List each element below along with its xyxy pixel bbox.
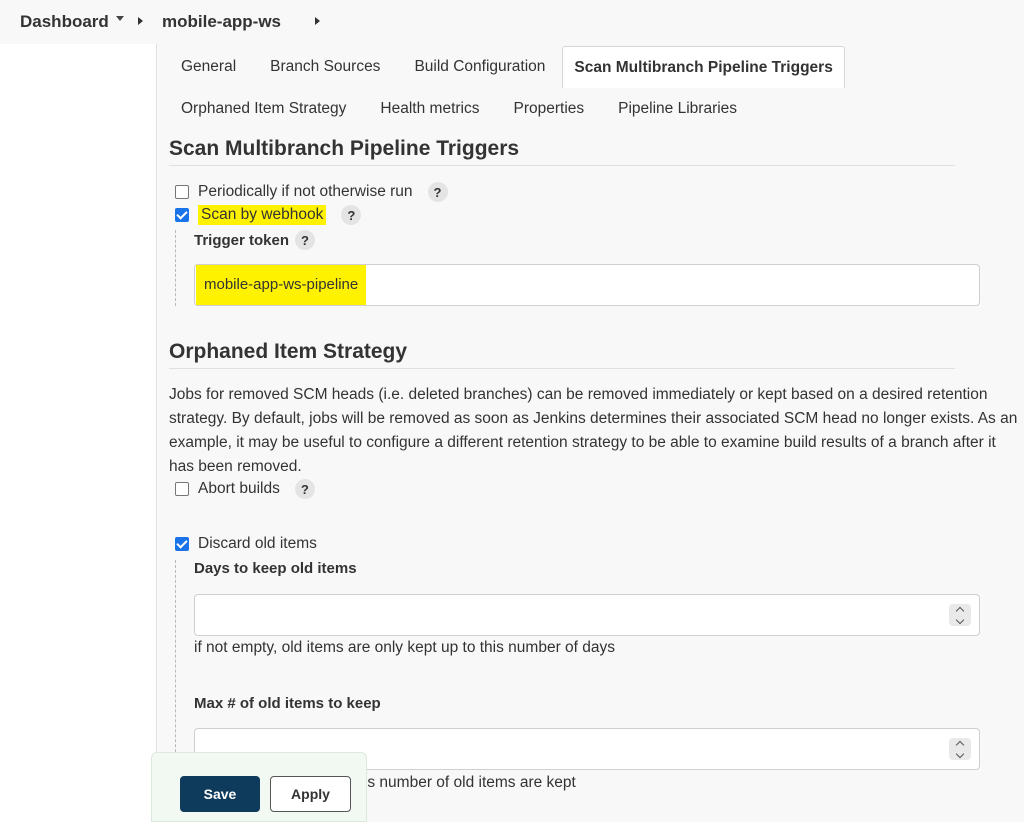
tab-general[interactable]: General xyxy=(157,46,253,88)
max-items-label: Max # of old items to keep xyxy=(194,695,381,712)
tab-properties[interactable]: Properties xyxy=(496,88,601,130)
trigger-token-label-text: Trigger token xyxy=(194,231,290,249)
section-divider xyxy=(169,368,955,369)
tab-health-metrics[interactable]: Health metrics xyxy=(363,88,496,130)
breadcrumb: Dashboard mobile-app-ws xyxy=(0,0,1024,44)
chevron-right-icon[interactable] xyxy=(138,17,143,25)
periodically-label[interactable]: Periodically if not otherwise run xyxy=(198,183,413,201)
days-to-keep-input[interactable] xyxy=(194,594,980,636)
days-to-keep-label: Days to keep old items xyxy=(194,560,357,577)
breadcrumb-job[interactable]: mobile-app-ws xyxy=(162,12,281,32)
help-icon[interactable]: ? xyxy=(427,182,448,202)
tab-scan-multibranch-pipeline-triggers[interactable]: Scan Multibranch Pipeline Triggers xyxy=(562,46,845,88)
orphaned-description: Jobs for removed SCM heads (i.e. deleted… xyxy=(169,386,1018,475)
abort-builds-checkbox[interactable] xyxy=(175,482,189,496)
discard-old-items-row: Discard old items xyxy=(175,535,317,553)
tab-orphaned-item-strategy[interactable]: Orphaned Item Strategy xyxy=(157,88,363,130)
webhook-checkbox[interactable] xyxy=(175,208,189,222)
periodically-checkbox[interactable] xyxy=(175,185,189,199)
help-icon[interactable]: ? xyxy=(295,230,316,250)
discard-old-items-checkbox[interactable] xyxy=(175,537,189,551)
abort-builds-row: Abort builds ? xyxy=(175,479,315,499)
tab-branch-sources[interactable]: Branch Sources xyxy=(253,46,397,88)
chevron-down-icon[interactable] xyxy=(116,16,124,21)
days-to-keep-hint: if not empty, old items are only kept up… xyxy=(194,639,616,656)
section-title-orphaned: Orphaned Item Strategy xyxy=(169,340,408,363)
chevron-right-icon[interactable] xyxy=(315,17,320,25)
tab-bar-row-1: General Branch Sources Build Configurati… xyxy=(157,46,845,88)
number-spinner-icon[interactable] xyxy=(949,738,971,760)
section-title-triggers: Scan Multibranch Pipeline Triggers xyxy=(169,137,520,160)
trigger-token-value: mobile-app-ws-pipeline xyxy=(196,265,367,305)
bottom-action-bar: Save Apply xyxy=(151,752,367,822)
trigger-token-input[interactable]: mobile-app-ws-pipeline xyxy=(194,264,980,306)
help-icon[interactable]: ? xyxy=(341,205,362,225)
number-spinner-icon[interactable] xyxy=(949,604,971,626)
tab-pipeline-libraries[interactable]: Pipeline Libraries xyxy=(601,88,754,130)
trigger-token-label: Trigger token ? xyxy=(194,230,316,250)
section-divider xyxy=(169,165,955,166)
abort-builds-label[interactable]: Abort builds xyxy=(198,480,280,498)
tab-bar-row-2: Orphaned Item Strategy Health metrics Pr… xyxy=(157,88,754,130)
nested-guide-line xyxy=(175,230,176,306)
periodically-row: Periodically if not otherwise run ? xyxy=(175,182,448,202)
webhook-label[interactable]: Scan by webhook xyxy=(198,205,327,225)
breadcrumb-dashboard[interactable]: Dashboard xyxy=(20,12,109,32)
max-items-hint: this number of old items are kept xyxy=(351,774,576,791)
config-panel: General Branch Sources Build Configurati… xyxy=(156,44,1024,822)
apply-button[interactable]: Apply xyxy=(270,776,351,812)
help-icon[interactable]: ? xyxy=(294,479,315,499)
discard-old-items-label[interactable]: Discard old items xyxy=(198,535,317,553)
save-button[interactable]: Save xyxy=(180,776,260,812)
tab-build-configuration[interactable]: Build Configuration xyxy=(397,46,562,88)
webhook-row: Scan by webhook ? xyxy=(175,205,362,225)
